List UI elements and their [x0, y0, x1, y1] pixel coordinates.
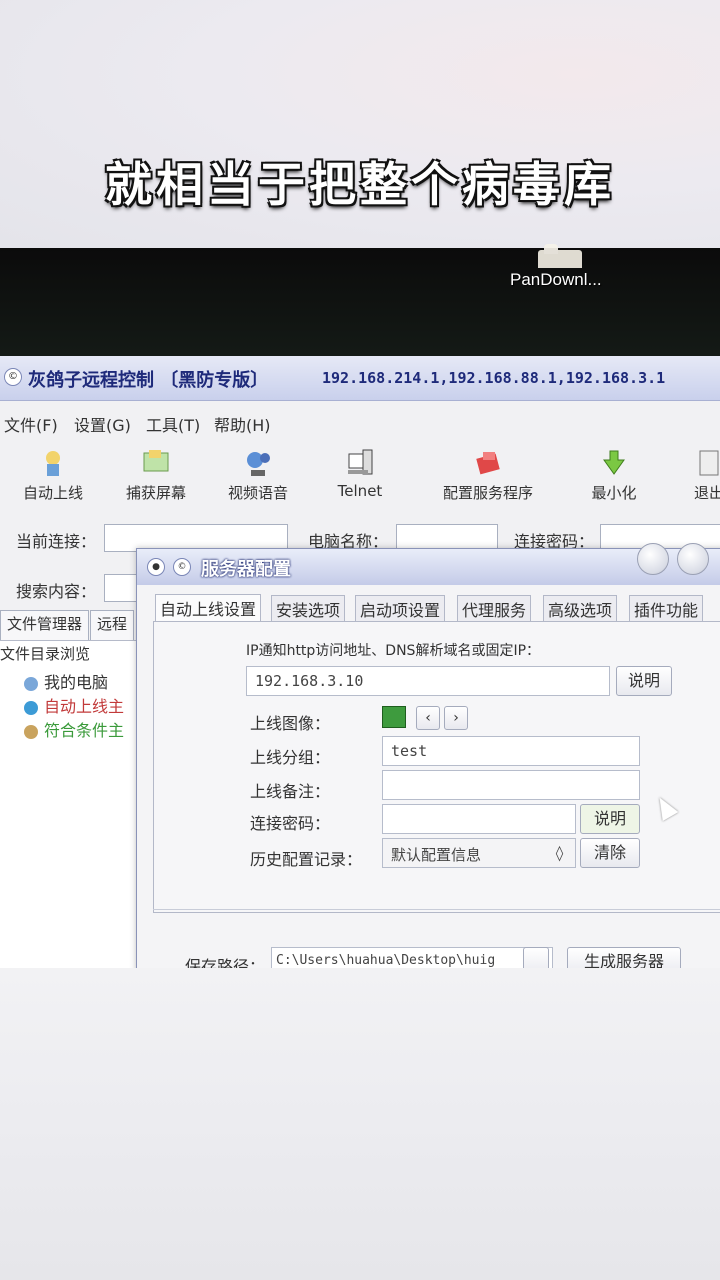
server-config-dialog: ● © 服务器配置 自动上线设置 安装选项 启动项设置 代理服务 高级选项 插件… — [136, 543, 720, 980]
ip-value: 192.168.3.10 — [255, 672, 364, 690]
group-value: test — [391, 742, 428, 760]
online-note-label: 上线备注： — [250, 782, 331, 801]
auto-online-button[interactable]: 自动上线 — [16, 448, 90, 503]
ip-input[interactable]: 192.168.3.10 — [246, 666, 610, 696]
password-explain-button[interactable]: 说明 — [580, 804, 640, 834]
config-service-label: 配置服务程序 — [442, 484, 533, 502]
exit-icon — [694, 448, 720, 478]
tab-plugin-features[interactable]: 插件功能 — [629, 595, 704, 622]
history-label: 历史配置记录： — [250, 850, 363, 869]
divider — [153, 909, 720, 910]
toolbar: 自动上线 捕获屏幕 视频语音 Telnet 配置服务程序 最小化 退出 — [0, 448, 720, 512]
app-title-bar: © 灰鸽子远程控制 〔黑防专版〕 192.168.214.1,192.168.8… — [0, 356, 720, 401]
online-group-input[interactable]: test — [382, 736, 640, 766]
desktop-icon-label[interactable]: PanDownl... — [510, 270, 602, 290]
tree-item-label: 自动上线主 — [44, 697, 125, 716]
prev-icon-button[interactable]: ‹ — [416, 706, 440, 730]
ip-explain-button[interactable]: 说明 — [616, 666, 672, 696]
menu-bar: 文件(F) 设置(G) 工具(T) 帮助(H) — [0, 408, 720, 438]
exit-button[interactable]: 退出 — [684, 448, 720, 503]
video-caption: 就相当于把整个病毒库 — [105, 158, 615, 213]
video-voice-button[interactable]: 视频语音 — [220, 448, 296, 503]
save-path-value: C:\Users\huahua\Desktop\huig — [276, 953, 496, 968]
capture-screen-icon — [141, 448, 171, 478]
tab-advanced-options[interactable]: 高级选项 — [543, 595, 618, 622]
video-voice-icon — [243, 448, 273, 478]
password-input[interactable] — [382, 804, 576, 834]
dialog-title-bar: ● © 服务器配置 — [137, 543, 720, 585]
history-select[interactable]: 默认配置信息 ◊ — [382, 838, 576, 868]
online-note-input[interactable] — [382, 770, 640, 800]
exit-label: 退出 — [693, 484, 720, 502]
config-service-icon — [473, 448, 503, 478]
computer-icon — [382, 706, 406, 728]
tab-proxy-service[interactable]: 代理服务 — [457, 595, 532, 622]
tab-install-options[interactable]: 安装选项 — [271, 595, 346, 622]
menu-tools[interactable]: 工具(T) — [146, 412, 200, 436]
tree-item-label: 我的电脑 — [44, 673, 109, 692]
online-icon-label: 上线图像： — [250, 714, 331, 733]
current-conn-label: 当前连接： — [16, 532, 97, 551]
tree-item-auto-online[interactable]: 自动上线主 — [2, 693, 124, 717]
ip-list: 192.168.214.1,192.168.88.1,192.168.3.1 — [322, 369, 666, 387]
online-group-label: 上线分组： — [250, 748, 331, 767]
auto-online-icon — [38, 448, 68, 478]
dialog-maximize-button[interactable] — [677, 543, 709, 575]
telnet-button[interactable]: Telnet — [330, 448, 390, 500]
tab-auto-online-settings[interactable]: 自动上线设置 — [155, 594, 262, 623]
clear-button[interactable]: 清除 — [580, 838, 640, 868]
blurred-background-bottom — [0, 968, 720, 1280]
minimize-label: 最小化 — [591, 484, 637, 502]
chevron-down-icon: ◊ — [555, 844, 565, 862]
capture-screen-label: 捕获屏幕 — [125, 484, 186, 502]
globe-icon — [24, 700, 38, 715]
tab-startup-settings[interactable]: 启动项设置 — [355, 595, 446, 622]
auto-online-label: 自动上线 — [22, 484, 83, 502]
search-label: 搜索内容： — [16, 582, 97, 601]
search-icon — [24, 724, 38, 739]
app-title: 灰鸽子远程控制 〔黑防专版〕 — [28, 370, 269, 391]
tree-item-matching[interactable]: 符合条件主 — [2, 717, 124, 741]
dialog-minimize-button[interactable] — [637, 543, 669, 575]
desktop-strip — [0, 248, 720, 356]
dialog-body: IP通知http访问地址、DNS解析域名或固定IP： 192.168.3.10 … — [153, 621, 720, 913]
menu-file[interactable]: 文件(F) — [4, 412, 58, 436]
capture-screen-button[interactable]: 捕获屏幕 — [116, 448, 196, 503]
telnet-icon — [345, 448, 375, 478]
dialog-app-icon: © — [173, 558, 191, 576]
minimize-button[interactable]: 最小化 — [584, 448, 644, 503]
app-icon: © — [4, 368, 22, 386]
menu-help[interactable]: 帮助(H) — [214, 412, 271, 436]
next-icon-button[interactable]: › — [444, 706, 468, 730]
computer-icon — [24, 676, 38, 691]
file-tree-panel: 文件目录浏览 我的电脑 自动上线主 符合条件主 — [0, 640, 140, 968]
menu-settings[interactable]: 设置(G) — [74, 412, 131, 436]
tree-header: 文件目录浏览 — [0, 645, 91, 663]
ip-setting-label: IP通知http访问地址、DNS解析域名或固定IP： — [246, 643, 541, 659]
history-value: 默认配置信息 — [391, 846, 482, 864]
tab-file-manager[interactable]: 文件管理器 — [0, 610, 90, 642]
tree-item-my-computer[interactable]: 我的电脑 — [2, 669, 108, 693]
dialog-title: 服务器配置 — [201, 559, 291, 580]
tree-item-label: 符合条件主 — [44, 721, 125, 740]
password-label: 连接密码： — [250, 814, 331, 833]
folder-icon[interactable] — [538, 244, 582, 268]
config-service-button[interactable]: 配置服务程序 — [432, 448, 544, 503]
minimize-icon — [599, 448, 629, 478]
tab-remote[interactable]: 远程 — [90, 610, 135, 642]
video-voice-label: 视频语音 — [227, 484, 288, 502]
dialog-menu-icon[interactable]: ● — [147, 558, 165, 576]
telnet-label: Telnet — [337, 482, 383, 500]
